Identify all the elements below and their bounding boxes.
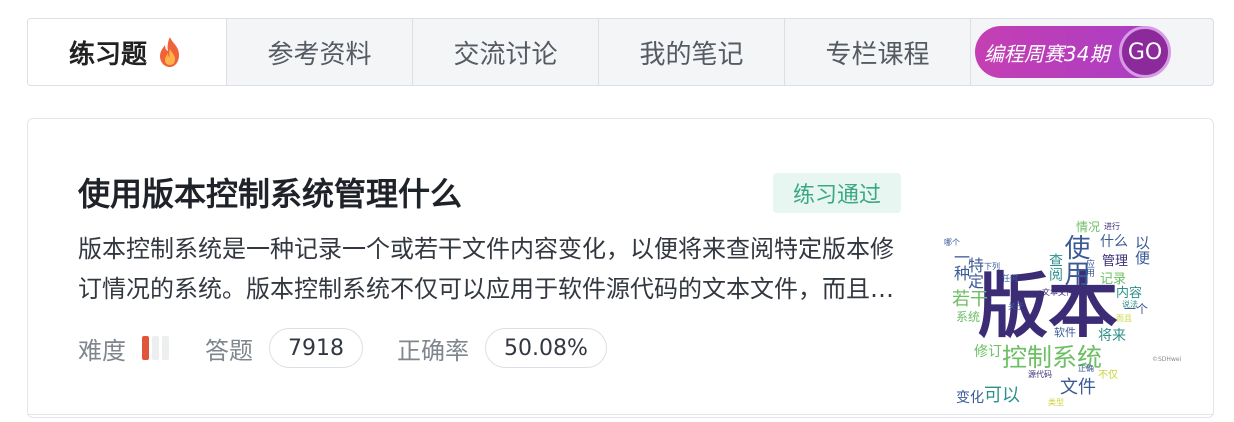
word-cloud-word: 修订 <box>974 344 1002 360</box>
tab-references-label: 参考资料 <box>267 39 372 70</box>
tab-notes[interactable]: 我的笔记 <box>599 19 785 85</box>
tab-discussion-label: 交流讨论 <box>453 39 558 70</box>
word-cloud-word: 应用 <box>1084 259 1094 277</box>
word-cloud-word: 类型 <box>1048 398 1064 407</box>
tab-notes-label: 我的笔记 <box>639 39 744 70</box>
word-cloud-word: 管理 <box>1102 254 1129 269</box>
word-cloud-word: 任何 <box>1002 274 1018 283</box>
fire-icon <box>155 35 185 69</box>
word-cloud-word: 不仅 <box>1098 370 1118 381</box>
word-cloud-word: 特定 <box>965 257 984 289</box>
tab-courses[interactable]: 专栏课程 <box>785 19 971 85</box>
contest-promo-button[interactable]: 编程周赛34期 GO <box>975 26 1171 78</box>
word-cloud-word: 系统 <box>956 310 981 324</box>
accuracy-badge: 50.08% <box>485 328 607 368</box>
tab-discussion[interactable]: 交流讨论 <box>413 19 599 85</box>
word-cloud-word: 内容 <box>1116 286 1143 301</box>
word-cloud-word: 若干 <box>952 289 988 310</box>
word-cloud-word: 哪个 <box>944 238 960 247</box>
difficulty-label: 难度 <box>78 336 126 365</box>
word-cloud-word: 情况 <box>1076 220 1101 234</box>
tab-courses-label: 专栏课程 <box>825 39 930 70</box>
word-cloud-word: 将来 <box>1098 328 1126 344</box>
word-cloud-word: 源代码 <box>1028 370 1052 379</box>
word-cloud-word: 文本文件 <box>1042 288 1074 297</box>
word-cloud-word: 查阅 <box>1047 253 1063 281</box>
difficulty-indicator <box>142 336 169 360</box>
word-cloud-image: 版本 控制系统 使用 一种 若干 特定 系统 文件 变化 可以 修订 将来 查阅… <box>938 169 1188 407</box>
answers-label: 答题 <box>205 336 253 365</box>
question-title[interactable]: 使用版本控制系统管理什么 <box>78 169 462 215</box>
word-cloud-word: 什么 <box>1100 234 1128 250</box>
word-cloud-word: 下列 <box>984 262 1000 271</box>
word-cloud-word: 正确 <box>1078 364 1094 373</box>
tab-references[interactable]: 参考资料 <box>227 19 413 85</box>
tab-practice-label: 练习题 <box>68 39 147 70</box>
card-divider <box>27 414 1214 415</box>
accuracy-label: 正确率 <box>397 336 469 365</box>
difficulty-bar <box>152 336 159 360</box>
answers-count-badge: 7918 <box>269 328 363 368</box>
word-cloud-word: 而且 <box>1116 314 1132 323</box>
word-cloud-word: 可以 <box>984 385 1020 406</box>
word-cloud-word: 变化 <box>956 390 984 406</box>
tab-practice[interactable]: 练习题 <box>28 19 227 85</box>
question-card[interactable]: 使用版本控制系统管理什么 练习通过 版本控制系统是一种记录一个或若干文件内容变化… <box>27 118 1214 418</box>
word-cloud-watermark: ©SDHwei <box>1152 356 1182 363</box>
word-cloud-word: 说法 <box>1122 300 1138 309</box>
promo-tab: 编程周赛34期 GO <box>971 19 1213 85</box>
difficulty-bar <box>162 336 169 360</box>
difficulty-bar <box>142 336 149 360</box>
word-cloud-word: 关于 <box>1008 302 1024 311</box>
status-badge: 练习通过 <box>773 173 901 213</box>
word-cloud-word: 文件 <box>1060 377 1096 398</box>
word-cloud-word: 版本 <box>978 265 1118 347</box>
tab-bar: 练习题 参考资料 交流讨论 我的笔记 专栏课程 编程周赛34期 GO <box>27 18 1214 86</box>
word-cloud-word: 进行 <box>1104 222 1120 231</box>
go-button[interactable]: GO <box>1119 26 1171 78</box>
word-cloud-word: 记录 <box>1100 272 1127 287</box>
question-meta: 难度 答题 7918 正确率 50.08% <box>78 327 607 369</box>
question-description: 版本控制系统是一种记录一个或若干文件内容变化，以便将来查阅特定版本修订情况的系统… <box>78 235 894 303</box>
contest-promo-label: 编程周赛34期 <box>984 41 1110 66</box>
word-cloud-word: 软件 <box>1054 326 1076 339</box>
word-cloud-word: 以便 <box>1133 235 1151 265</box>
